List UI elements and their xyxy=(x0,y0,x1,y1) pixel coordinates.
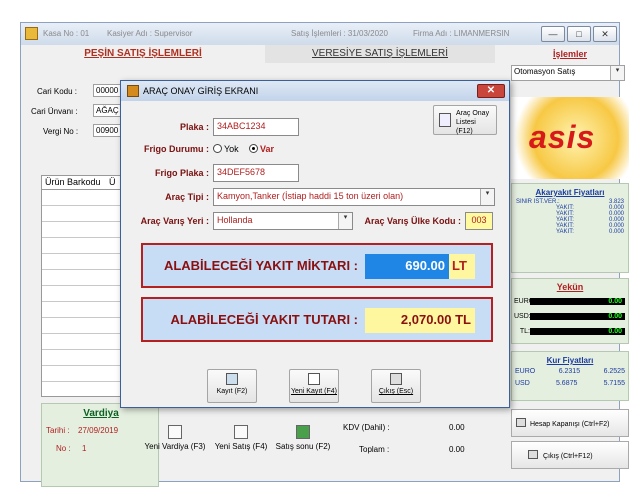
yekun-title: Yekün xyxy=(556,282,584,292)
islemler-title: İşlemler xyxy=(552,49,588,59)
akaryakit-title: Akaryakıt Fiyatları xyxy=(535,188,605,197)
app-icon xyxy=(25,27,38,40)
tab-pesin-satis[interactable]: PEŞİN SATIŞ İŞLEMLERİ xyxy=(21,45,265,63)
chevron-down-icon: ▾ xyxy=(338,213,352,229)
yeni-kayit-button[interactable]: Yeni Kayıt (F4) xyxy=(289,369,339,403)
vergi-no-label: Vergi No : xyxy=(43,127,79,136)
satis-sonu-button[interactable]: Satış sonu (F2) xyxy=(273,425,333,451)
otomasyon-select[interactable]: Otomasyon Satış ▾ xyxy=(511,65,625,81)
plaka-input[interactable]: 34ABC1234 xyxy=(213,118,299,136)
title-bar: Kasa No : 01 Kasiyer Adı : Supervisor Sa… xyxy=(21,23,619,45)
yakit-miktari-box: ALABİLECEĞİ YAKIT MİKTARI : 690.00 LT xyxy=(141,243,493,288)
kur-row: USD 5.6875 5.7155 xyxy=(515,380,625,387)
vardiya-panel: Vardiya Tarihi : 27/09/2019 No : 1 xyxy=(41,403,159,487)
plaka-label: Plaka : xyxy=(179,122,209,132)
exit-icon xyxy=(528,450,538,459)
kayit-button[interactable]: Kayıt (F2) xyxy=(207,369,257,403)
arac-tipi-label: Araç Tipi : xyxy=(165,192,209,202)
kdv-value: 0.00 xyxy=(449,423,465,432)
register-icon xyxy=(516,418,526,427)
ulke-kodu-input[interactable]: 003 xyxy=(465,212,493,230)
dialog-title: ARAÇ ONAY GİRİŞ EKRANI xyxy=(143,86,259,96)
minimize-button[interactable]: — xyxy=(541,26,565,42)
document-icon xyxy=(234,425,248,439)
yakit-tutari-box: ALABİLECEĞİ YAKIT TUTARI : 2,070.00 TL xyxy=(141,297,493,342)
yakit-miktari-unit: LT xyxy=(449,254,475,279)
calculator-icon xyxy=(168,425,182,439)
save-icon xyxy=(226,373,238,385)
logo-panel: asis xyxy=(511,97,629,179)
frigo-plaka-input[interactable]: 34DEF5678 xyxy=(213,164,299,182)
maximize-button[interactable]: □ xyxy=(567,26,591,42)
cari-kodu-label: Cari Kodu : xyxy=(37,87,78,96)
yakit-tutari-value: 2,070.00 TL xyxy=(365,308,475,333)
toplam-label: Toplam : xyxy=(359,445,390,454)
exit-icon xyxy=(390,373,402,385)
kur-title: Kur Fiyatları xyxy=(546,356,594,365)
yeni-vardiya-button[interactable]: Yeni Vardiya (F3) xyxy=(143,425,207,451)
toplam-value: 0.00 xyxy=(449,445,465,454)
yakit-miktari-label: ALABİLECEĞİ YAKIT MİKTARI : xyxy=(163,258,358,273)
yekun-row: USD: 0.00 xyxy=(512,310,628,323)
ulke-kodu-label: Araç Varış Ülke Kodu : xyxy=(364,216,461,226)
arac-onay-listesi-button[interactable]: Araç Onay Listesi (F12) xyxy=(433,105,497,135)
close-window-button[interactable]: ✕ xyxy=(593,26,617,42)
tab-veresiye-satis[interactable]: VERESİYE SATIŞ İŞLEMLERİ xyxy=(265,45,495,63)
arac-onay-dialog: ARAÇ ONAY GİRİŞ EKRANI ✕ Araç Onay Liste… xyxy=(120,80,510,408)
kasiyer-name: Kasiyer Adı : Supervisor xyxy=(107,29,193,38)
kasa-no: Kasa No : 01 xyxy=(43,29,90,38)
kur-panel: Kur Fiyatları EURO 6.2315 6.2525 USD 5.6875… xyxy=(511,351,629,401)
dialog-app-icon xyxy=(127,85,139,97)
yakit-miktari-value: 690.00 xyxy=(365,254,449,279)
vardiya-tarih-label: Tarihi : xyxy=(46,426,70,435)
col-urun-barkodu: Ürün Barkodu xyxy=(45,177,101,187)
frigo-durumu-label: Frigo Durumu : xyxy=(144,144,209,154)
yakit-tutari-label: ALABİLECEĞİ YAKIT TUTARI : xyxy=(170,312,358,327)
new-document-icon xyxy=(308,373,320,385)
frigo-var-radio[interactable]: Var xyxy=(249,144,274,154)
vardiya-no-label: No : xyxy=(56,444,71,453)
akaryakit-panel: Akaryakıt Fiyatları SINIR IST.VER.: 3.823… xyxy=(511,183,629,273)
cikis-main-button[interactable]: Çıkış (Ctrl+F12) xyxy=(511,441,629,469)
frigo-yok-radio[interactable]: Yok xyxy=(213,144,239,154)
chevron-down-icon: ▾ xyxy=(480,189,494,205)
list-icon xyxy=(439,113,451,127)
arac-tipi-select[interactable]: Kamyon,Tanker (İstiap haddi 15 ton üzeri… xyxy=(213,188,495,206)
yeni-satis-button[interactable]: Yeni Satış (F4) xyxy=(211,425,271,451)
cikis-dialog-button[interactable]: Çıkış (Esc) xyxy=(371,369,421,403)
cari-unvan-label: Cari Ünvanı : xyxy=(31,107,78,116)
dialog-title-bar: ARAÇ ONAY GİRİŞ EKRANI ✕ xyxy=(121,81,509,101)
yekun-row: TL: 0.00 xyxy=(512,325,628,338)
vardiya-no: 1 xyxy=(82,444,87,453)
kur-row: EURO 6.2315 6.2525 xyxy=(515,368,625,375)
dialog-close-button[interactable]: ✕ xyxy=(477,84,505,98)
yekun-row: EURO: 0.00 xyxy=(512,295,628,308)
col-urun: Ü xyxy=(109,177,116,187)
fuel-row: YAKIT: 0.000 xyxy=(556,229,624,235)
varis-yeri-select[interactable]: Hollanda ▾ xyxy=(213,212,353,230)
cash-icon xyxy=(296,425,310,439)
chevron-down-icon: ▾ xyxy=(610,66,624,80)
islemler-panel: İşlemler Otomasyon Satış ▾ xyxy=(511,49,629,93)
satis-date: Satış İşlemleri : 31/03/2020 xyxy=(291,29,388,38)
kdv-label: KDV (Dahil) : xyxy=(343,423,390,432)
firma-name: Firma Adı : LIMANMERSIN xyxy=(413,29,510,38)
asis-logo: asis xyxy=(529,119,596,155)
vardiya-title: Vardiya xyxy=(83,408,119,419)
yekun-panel: Yekün EURO: 0.00 USD: 0.00 TL: 0.00 xyxy=(511,278,629,344)
vardiya-tarih: 27/09/2019 xyxy=(78,426,119,435)
frigo-plaka-label: Frigo Plaka : xyxy=(154,168,209,178)
hesap-kapanisi-button[interactable]: Hesap Kapanışı (Ctrl+F2) xyxy=(511,409,629,437)
varis-yeri-label: Araç Varış Yeri : xyxy=(140,216,209,226)
